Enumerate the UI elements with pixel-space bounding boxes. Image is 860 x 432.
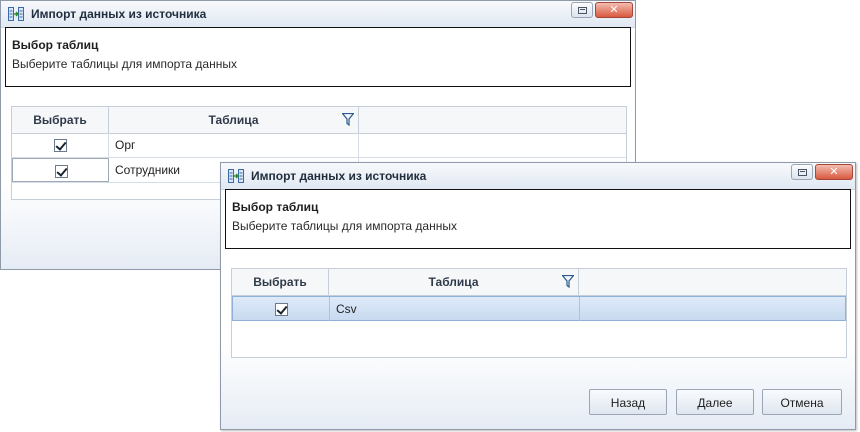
title-bar[interactable]: Импорт данных из источника ✕ <box>1 1 635 28</box>
title-bar[interactable]: Импорт данных из источника ✕ <box>221 163 855 190</box>
restore-button[interactable] <box>571 2 593 18</box>
restore-icon <box>797 168 807 176</box>
table-row[interactable]: Орг <box>12 133 626 158</box>
close-button[interactable]: ✕ <box>815 164 853 180</box>
column-header-table[interactable]: Таблица <box>109 107 359 133</box>
step-title: Выбор таблиц <box>12 38 99 52</box>
restore-button[interactable] <box>791 164 813 180</box>
grid-header: Выбрать Таблица <box>12 107 626 134</box>
window-title: Импорт данных из источника <box>31 7 207 21</box>
column-header-table-label: Таблица <box>208 113 259 127</box>
select-cell[interactable] <box>12 133 109 157</box>
back-button[interactable]: Назад <box>589 389 667 415</box>
filter-icon[interactable] <box>562 275 574 288</box>
cancel-button[interactable]: Отмена <box>762 389 842 415</box>
column-header-select[interactable]: Выбрать <box>12 107 109 133</box>
checkbox-checked-icon[interactable] <box>275 303 288 316</box>
column-header-select[interactable]: Выбрать <box>232 269 329 295</box>
table-row[interactable]: Csv <box>232 296 846 321</box>
step-description: Выберите таблицы для импорта данных <box>232 219 457 233</box>
next-button[interactable]: Далее <box>676 389 754 415</box>
column-header-table-label: Таблица <box>428 275 479 289</box>
step-header: Выбор таблиц Выберите таблицы для импорт… <box>5 27 631 87</box>
checkbox-checked-icon[interactable] <box>54 139 67 152</box>
step-header: Выбор таблиц Выберите таблицы для импорт… <box>225 189 851 249</box>
step-title: Выбор таблиц <box>232 200 319 214</box>
close-icon: ✕ <box>609 3 619 16</box>
checkbox-checked-icon[interactable] <box>55 165 68 178</box>
close-button[interactable]: ✕ <box>595 2 633 18</box>
grid-header: Выбрать Таблица <box>232 269 846 296</box>
import-dialog: Импорт данных из источника ✕ Выбор табли… <box>220 162 856 430</box>
select-cell[interactable] <box>12 158 109 182</box>
restore-icon <box>577 6 587 14</box>
import-data-icon <box>8 7 24 21</box>
import-data-icon <box>228 169 244 183</box>
table-name-cell[interactable]: Csv <box>330 297 580 321</box>
close-icon: ✕ <box>829 165 839 178</box>
tables-grid: Выбрать Таблица Csv <box>231 268 847 358</box>
select-cell[interactable] <box>233 297 330 321</box>
step-description: Выберите таблицы для импорта данных <box>12 57 237 71</box>
filter-icon[interactable] <box>342 113 354 126</box>
column-header-table[interactable]: Таблица <box>329 269 579 295</box>
window-title: Импорт данных из источника <box>251 169 427 183</box>
table-name-cell[interactable]: Орг <box>109 133 359 157</box>
